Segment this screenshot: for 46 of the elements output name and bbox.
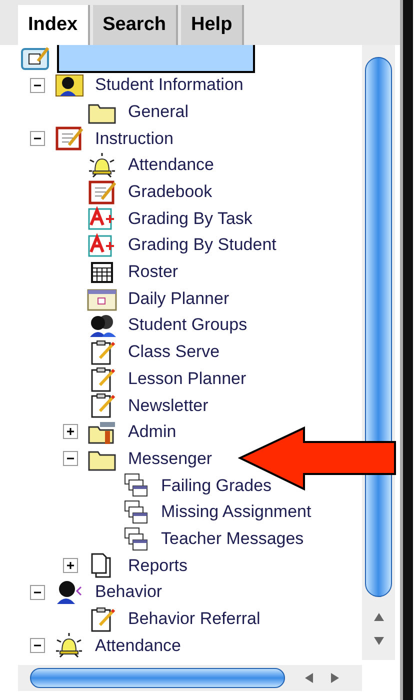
- tree-item[interactable]: Behavior Referral: [128, 606, 260, 632]
- collapse-toggle[interactable]: [30, 638, 45, 653]
- collapse-toggle[interactable]: [63, 451, 78, 466]
- tab[interactable]: Search: [92, 5, 178, 45]
- collapse-toggle[interactable]: [30, 130, 45, 146]
- tree-item[interactable]: Instruction: [95, 126, 174, 152]
- scroll-left-icon[interactable]: [303, 672, 315, 684]
- tree-item[interactable]: Reports: [128, 552, 188, 578]
- tree-item[interactable]: Failing Grades: [161, 472, 272, 498]
- tab[interactable]: Help: [181, 5, 244, 45]
- scroll-right-icon[interactable]: [329, 672, 341, 684]
- scroll-down-icon[interactable]: [372, 635, 384, 647]
- bell-icon: [53, 632, 85, 658]
- tree-item[interactable]: Teacher Messages: [161, 526, 304, 552]
- tab[interactable]: Index: [18, 5, 90, 45]
- tree-item[interactable]: Daily Planner: [128, 286, 230, 312]
- expand-toggle[interactable]: [63, 424, 78, 440]
- notebook-icon: [53, 125, 85, 152]
- tree-item[interactable]: Attendance: [95, 632, 182, 658]
- person-card-icon: [53, 72, 85, 98]
- expand-toggle[interactable]: [63, 558, 78, 573]
- horizontal-scrollbar[interactable]: [18, 665, 362, 691]
- scroll-thumb[interactable]: [365, 57, 392, 597]
- collapse-toggle[interactable]: [30, 78, 45, 93]
- tree-item[interactable]: Behavior: [95, 579, 162, 605]
- scroll-thumb[interactable]: [30, 668, 285, 688]
- tree-item[interactable]: Student Information: [95, 72, 244, 98]
- tree-item[interactable]: Student Groups: [128, 312, 248, 338]
- tree-item[interactable]: Lesson Planner: [128, 366, 246, 392]
- tree-item[interactable]: Class Serve: [128, 339, 220, 365]
- note-pencil-icon: [20, 45, 52, 72]
- tree-item[interactable]: Messenger: [128, 446, 212, 472]
- tree-item[interactable]: Missing Assignment: [161, 499, 312, 525]
- tree-item[interactable]: Grading By Student: [128, 232, 276, 258]
- tree-item[interactable]: Grading By Task: [128, 206, 252, 232]
- vertical-scrollbar[interactable]: [362, 45, 395, 660]
- scroll-up-icon[interactable]: [372, 611, 384, 623]
- tree-item[interactable]: Admin: [128, 419, 176, 445]
- tree-item[interactable]: Gradebook: [128, 179, 212, 205]
- notebook-icon: [86, 178, 118, 205]
- tree-item[interactable]: General: [128, 98, 188, 124]
- tree-item[interactable]: Roster: [128, 259, 178, 285]
- bell-icon: [86, 152, 118, 178]
- tree-item[interactable]: Newsletter: [128, 392, 208, 418]
- tree-item[interactable]: Attendance: [128, 152, 214, 178]
- collapse-toggle[interactable]: [30, 584, 45, 600]
